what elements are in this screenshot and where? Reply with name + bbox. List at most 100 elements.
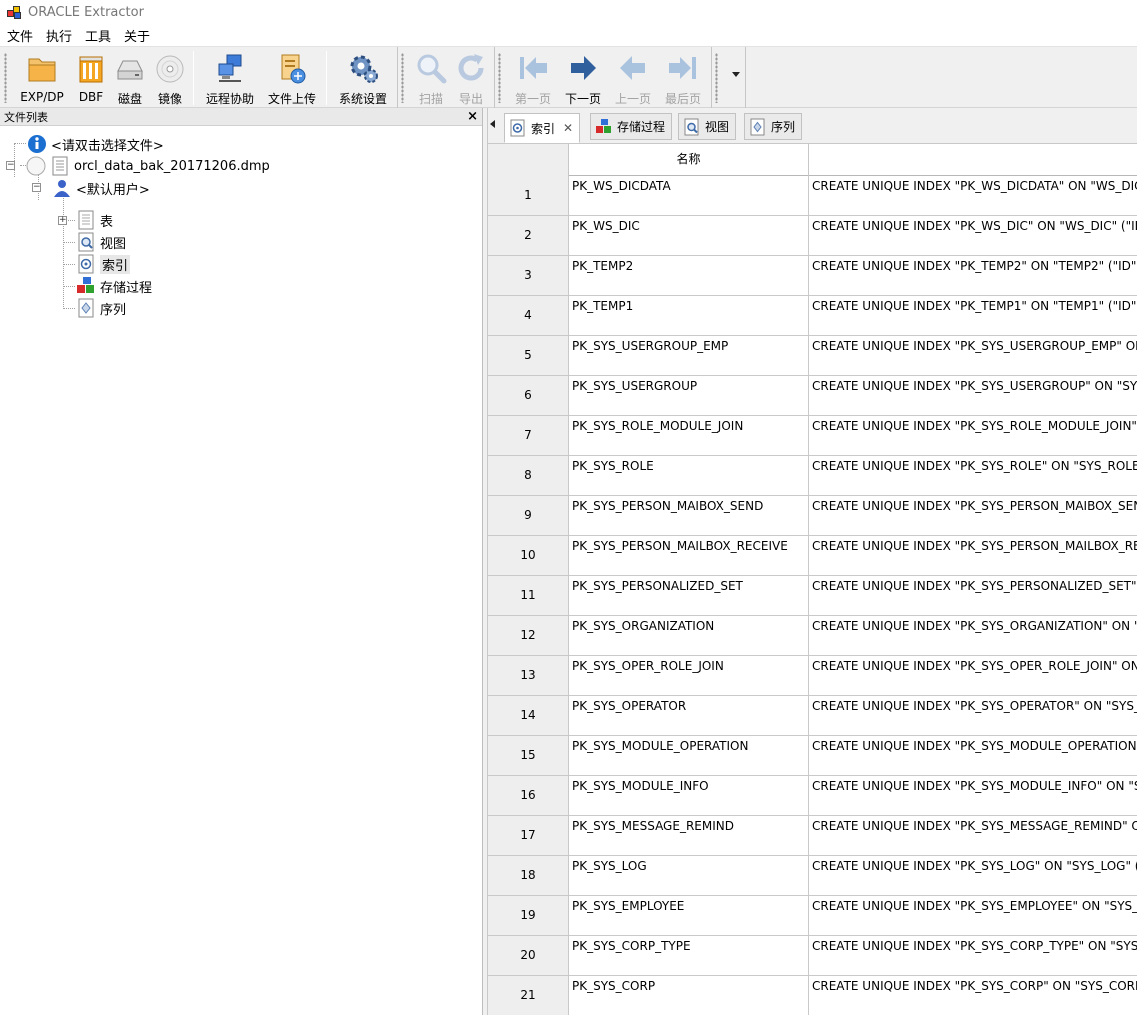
cell-index-ddl[interactable]: CREATE UNIQUE INDEX "PK_SYS_PERSON_MAILB… <box>809 536 1137 575</box>
table-row[interactable]: 14 PK_SYS_OPERATOR CREATE UNIQUE INDEX "PK… <box>488 696 1137 736</box>
tree-collapse-icon[interactable]: − <box>32 183 41 192</box>
cell-index-ddl[interactable]: CREATE UNIQUE INDEX "PK_SYS_USERGROUP_EM… <box>809 336 1137 375</box>
row-number[interactable]: 2 <box>488 216 569 255</box>
row-number[interactable]: 4 <box>488 296 569 335</box>
column-header-ddl[interactable] <box>809 144 1137 176</box>
tab-indexes[interactable]: 索引 ✕ <box>504 113 581 143</box>
tree-expand-icon[interactable]: + <box>58 216 67 225</box>
row-number[interactable]: 11 <box>488 576 569 615</box>
tab-close-icon[interactable]: ✕ <box>563 121 573 135</box>
cell-index-ddl[interactable]: CREATE UNIQUE INDEX "PK_TEMP1" ON "TEMP1… <box>809 296 1137 335</box>
table-row[interactable]: 19 PK_SYS_EMPLOYEE CREATE UNIQUE INDEX "PK… <box>488 896 1137 936</box>
cell-index-ddl[interactable]: CREATE UNIQUE INDEX "PK_WS_DICDATA" ON "… <box>809 176 1137 215</box>
cell-index-name[interactable]: PK_SYS_EMPLOYEE <box>569 896 809 935</box>
row-number[interactable]: 16 <box>488 776 569 815</box>
cell-index-name[interactable]: PK_SYS_OPER_ROLE_JOIN <box>569 656 809 695</box>
cell-index-name[interactable]: PK_SYS_CORP <box>569 976 809 1015</box>
cell-index-name[interactable]: PK_SYS_OPERATOR <box>569 696 809 735</box>
menu-file[interactable]: 文件 <box>6 26 39 45</box>
row-number[interactable]: 3 <box>488 256 569 295</box>
row-number[interactable]: 14 <box>488 696 569 735</box>
tab-procedures[interactable]: 存储过程 <box>590 113 673 140</box>
row-number[interactable]: 18 <box>488 856 569 895</box>
scan-button[interactable]: 扫描 <box>412 49 450 106</box>
prev-page-button[interactable]: 上一页 <box>610 49 656 106</box>
toolbar-overflow-chevron-icon[interactable] <box>732 72 740 77</box>
cell-index-name[interactable]: PK_SYS_MODULE_INFO <box>569 776 809 815</box>
cell-index-ddl[interactable]: CREATE UNIQUE INDEX "PK_SYS_ORGANIZATION… <box>809 616 1137 655</box>
table-row[interactable]: 20 PK_SYS_CORP_TYPE CREATE UNIQUE INDEX "P… <box>488 936 1137 976</box>
menu-about[interactable]: 关于 <box>123 26 156 45</box>
disk-button[interactable]: 磁盘 <box>112 49 148 106</box>
table-row[interactable]: 6 PK_SYS_USERGROUP CREATE UNIQUE INDEX "PK… <box>488 376 1137 416</box>
cell-index-name[interactable]: PK_SYS_USERGROUP <box>569 376 809 415</box>
tab-scroll-left-icon[interactable] <box>490 120 495 128</box>
tree-node-user[interactable]: <默认用户> <box>52 177 150 199</box>
file-upload-button[interactable]: 文件上传 <box>263 49 321 106</box>
row-number[interactable]: 1 <box>488 176 569 215</box>
cell-index-ddl[interactable]: CREATE UNIQUE INDEX "PK_SYS_PERSON_MAIBO… <box>809 496 1137 535</box>
disc-image-button[interactable]: 镜像 <box>152 49 188 106</box>
cell-index-name[interactable]: PK_WS_DICDATA <box>569 176 809 215</box>
table-row[interactable]: 9 PK_SYS_PERSON_MAIBOX_SEND CREATE UNIQUE … <box>488 496 1137 536</box>
tree-node-file[interactable]: orcl_data_bak_20171206.dmp <box>26 155 270 177</box>
remote-assist-button[interactable]: 远程协助 <box>203 49 257 106</box>
cell-index-name[interactable]: PK_SYS_USERGROUP_EMP <box>569 336 809 375</box>
dbf-button[interactable]: DBF <box>74 49 108 105</box>
cell-index-name[interactable]: PK_SYS_PERSONALIZED_SET <box>569 576 809 615</box>
table-row[interactable]: 21 PK_SYS_CORP CREATE UNIQUE INDEX "PK_SYS… <box>488 976 1137 1015</box>
row-number[interactable]: 5 <box>488 336 569 375</box>
cell-index-ddl[interactable]: CREATE UNIQUE INDEX "PK_SYS_OPERATOR" ON… <box>809 696 1137 735</box>
row-number[interactable]: 15 <box>488 736 569 775</box>
row-number[interactable]: 8 <box>488 456 569 495</box>
cell-index-name[interactable]: PK_SYS_ORGANIZATION <box>569 616 809 655</box>
table-row[interactable]: 2 PK_WS_DIC CREATE UNIQUE INDEX "PK_WS_DIC… <box>488 216 1137 256</box>
grid-corner-cell[interactable] <box>488 144 569 176</box>
row-number[interactable]: 7 <box>488 416 569 455</box>
cell-index-name[interactable]: PK_TEMP2 <box>569 256 809 295</box>
system-settings-button[interactable]: 系统设置 <box>334 49 392 106</box>
toolbar-grip[interactable] <box>715 53 718 103</box>
last-page-button[interactable]: 最后页 <box>660 49 706 106</box>
table-row[interactable]: 3 PK_TEMP2 CREATE UNIQUE INDEX "PK_TEMP2" … <box>488 256 1137 296</box>
cell-index-ddl[interactable]: CREATE UNIQUE INDEX "PK_SYS_ROLE_MODULE_… <box>809 416 1137 455</box>
checkbox-circle-icon[interactable] <box>26 156 46 176</box>
cell-index-name[interactable]: PK_SYS_PERSON_MAIBOX_SEND <box>569 496 809 535</box>
table-row[interactable]: 12 PK_SYS_ORGANIZATION CREATE UNIQUE INDEX… <box>488 616 1137 656</box>
cell-index-ddl[interactable]: CREATE UNIQUE INDEX "PK_SYS_PERSONALIZED… <box>809 576 1137 615</box>
table-row[interactable]: 10 PK_SYS_PERSON_MAILBOX_RECEIVE CREATE UN… <box>488 536 1137 576</box>
cell-index-ddl[interactable]: CREATE UNIQUE INDEX "PK_SYS_ROLE" ON "SY… <box>809 456 1137 495</box>
row-number[interactable]: 20 <box>488 936 569 975</box>
table-row[interactable]: 13 PK_SYS_OPER_ROLE_JOIN CREATE UNIQUE IND… <box>488 656 1137 696</box>
table-row[interactable]: 4 PK_TEMP1 CREATE UNIQUE INDEX "PK_TEMP1" … <box>488 296 1137 336</box>
first-page-button[interactable]: 第一页 <box>510 49 556 106</box>
menu-tools[interactable]: 工具 <box>84 26 117 45</box>
cell-index-ddl[interactable]: CREATE UNIQUE INDEX "PK_TEMP2" ON "TEMP2… <box>809 256 1137 295</box>
cell-index-ddl[interactable]: CREATE UNIQUE INDEX "PK_SYS_CORP" ON "SY… <box>809 976 1137 1015</box>
table-row[interactable]: 15 PK_SYS_MODULE_OPERATION CREATE UNIQUE I… <box>488 736 1137 776</box>
menu-execute[interactable]: 执行 <box>45 26 78 45</box>
column-header-name[interactable]: 名称 <box>569 144 809 176</box>
cell-index-ddl[interactable]: CREATE UNIQUE INDEX "PK_SYS_LOG" ON "SYS… <box>809 856 1137 895</box>
cell-index-ddl[interactable]: CREATE UNIQUE INDEX "PK_SYS_OPER_ROLE_JO… <box>809 656 1137 695</box>
export-button[interactable]: 导出 <box>452 49 490 106</box>
table-row[interactable]: 11 PK_SYS_PERSONALIZED_SET CREATE UNIQUE I… <box>488 576 1137 616</box>
row-number[interactable]: 19 <box>488 896 569 935</box>
cell-index-name[interactable]: PK_SYS_PERSON_MAILBOX_RECEIVE <box>569 536 809 575</box>
cell-index-name[interactable]: PK_SYS_MODULE_OPERATION <box>569 736 809 775</box>
cell-index-ddl[interactable]: CREATE UNIQUE INDEX "PK_SYS_MESSAGE_REMI… <box>809 816 1137 855</box>
cell-index-name[interactable]: PK_WS_DIC <box>569 216 809 255</box>
table-row[interactable]: 8 PK_SYS_ROLE CREATE UNIQUE INDEX "PK_SYS_… <box>488 456 1137 496</box>
next-page-button[interactable]: 下一页 <box>560 49 606 106</box>
tree-node-procedures[interactable]: 存储过程 <box>76 275 152 297</box>
row-number[interactable]: 10 <box>488 536 569 575</box>
tab-views[interactable]: 视图 <box>678 113 737 140</box>
row-number[interactable]: 21 <box>488 976 569 1015</box>
cell-index-ddl[interactable]: CREATE UNIQUE INDEX "PK_WS_DIC" ON "WS_D… <box>809 216 1137 255</box>
row-number[interactable]: 12 <box>488 616 569 655</box>
exp-dp-button[interactable]: EXP/DP <box>16 49 68 105</box>
tree-node-sequences[interactable]: 序列 <box>76 297 126 319</box>
cell-index-ddl[interactable]: CREATE UNIQUE INDEX "PK_SYS_MODULE_OPERA… <box>809 736 1137 775</box>
tab-sequences[interactable]: 序列 <box>744 113 803 140</box>
cell-index-name[interactable]: PK_SYS_MESSAGE_REMIND <box>569 816 809 855</box>
